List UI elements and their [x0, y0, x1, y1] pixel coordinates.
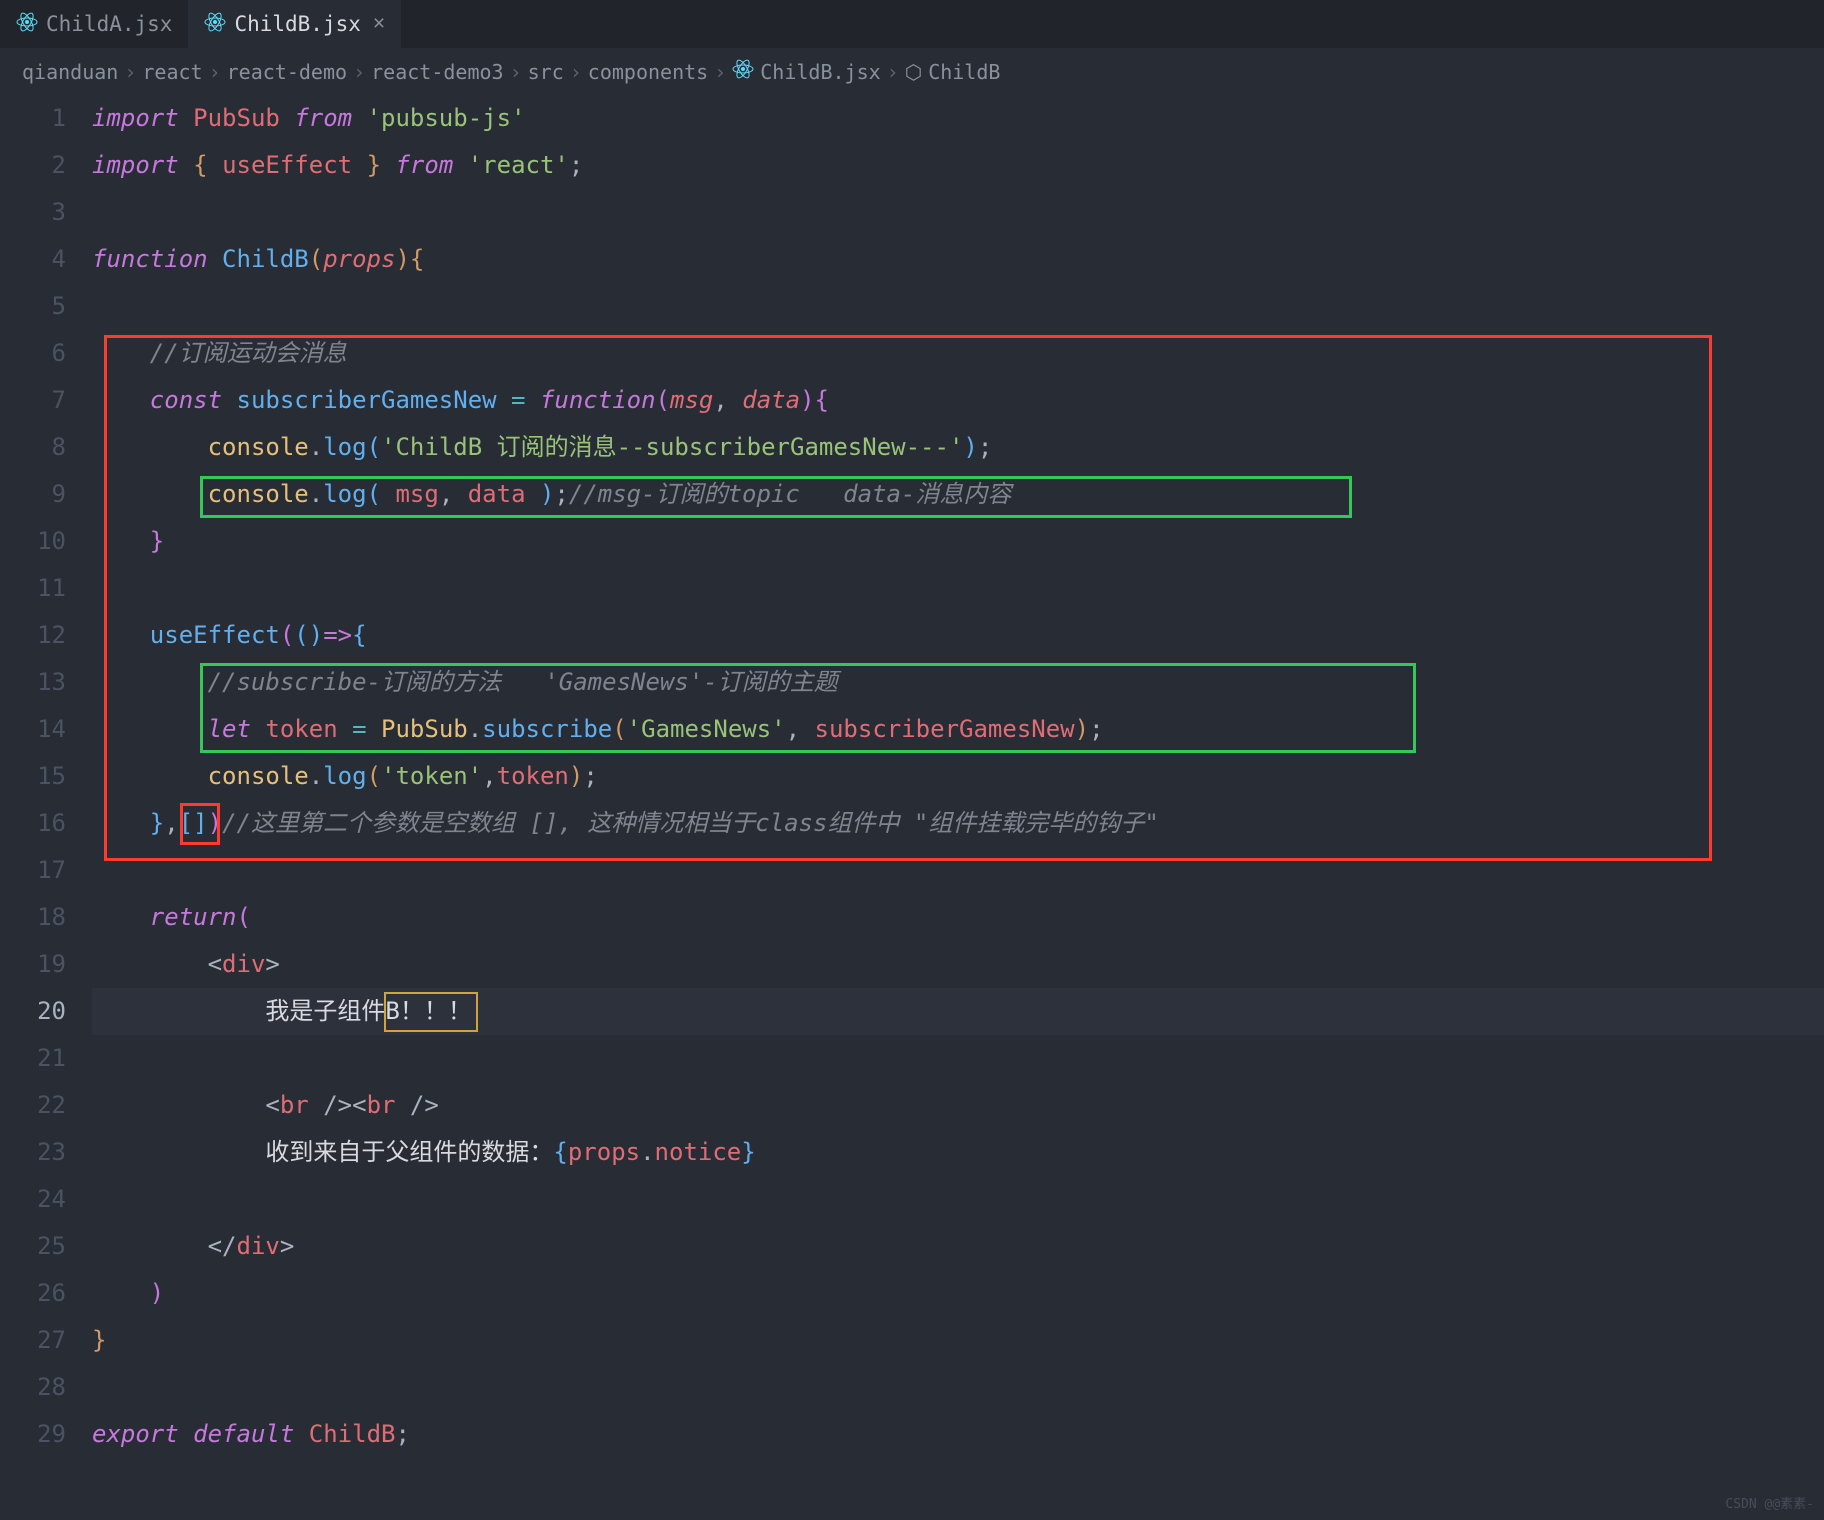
- react-icon: [204, 11, 226, 38]
- line-number: 23: [0, 1129, 66, 1176]
- breadcrumb-sep: ›: [353, 60, 365, 84]
- line-number: 20: [0, 988, 66, 1035]
- code-line: }: [92, 1317, 1824, 1364]
- line-number: 5: [0, 283, 66, 330]
- line-number: 22: [0, 1082, 66, 1129]
- code-line: [92, 189, 1824, 236]
- react-icon: [16, 11, 38, 38]
- annotation-green-2: [200, 663, 1416, 753]
- code-editor[interactable]: 1 2 3 4 5 6 7 8 9 10 11 12 13 14 15 16 1…: [0, 95, 1824, 1458]
- cube-icon: ⬡: [905, 60, 922, 84]
- react-icon: [732, 58, 754, 85]
- code-line: function ChildB(props){: [92, 236, 1824, 283]
- line-number: 27: [0, 1317, 66, 1364]
- annotation-red-brackets: [180, 803, 220, 845]
- code-line: 我是子组件B！！！: [92, 988, 1824, 1035]
- tab-label: ChildB.jsx: [234, 12, 360, 36]
- breadcrumb-item[interactable]: ChildB.jsx: [760, 60, 880, 84]
- line-number: 4: [0, 236, 66, 283]
- breadcrumb-item[interactable]: react: [142, 60, 202, 84]
- line-number: 8: [0, 424, 66, 471]
- breadcrumb-sep: ›: [714, 60, 726, 84]
- code-line: import PubSub from 'pubsub-js': [92, 95, 1824, 142]
- code-line: ): [92, 1270, 1824, 1317]
- line-number: 11: [0, 565, 66, 612]
- breadcrumb-item[interactable]: qianduan: [22, 60, 118, 84]
- breadcrumb-sep: ›: [124, 60, 136, 84]
- line-gutter: 1 2 3 4 5 6 7 8 9 10 11 12 13 14 15 16 1…: [0, 95, 92, 1458]
- line-number: 21: [0, 1035, 66, 1082]
- tab-childb[interactable]: ChildB.jsx ×: [188, 0, 401, 48]
- code-line: export default ChildB;: [92, 1411, 1824, 1458]
- code-area[interactable]: import PubSub from 'pubsub-js' import { …: [92, 95, 1824, 1458]
- breadcrumb-item[interactable]: ChildB: [928, 60, 1000, 84]
- code-line: </div>: [92, 1223, 1824, 1270]
- line-number: 24: [0, 1176, 66, 1223]
- annotation-red-main: [104, 335, 1712, 861]
- line-number: 6: [0, 330, 66, 377]
- code-line: [92, 1176, 1824, 1223]
- line-number: 13: [0, 659, 66, 706]
- line-number: 28: [0, 1364, 66, 1411]
- line-number: 29: [0, 1411, 66, 1458]
- code-line: <br /><br />: [92, 1082, 1824, 1129]
- annotation-green-1: [200, 476, 1352, 518]
- code-line: 收到来自于父组件的数据：{props.notice}: [92, 1129, 1824, 1176]
- line-number: 17: [0, 847, 66, 894]
- tab-label: ChildA.jsx: [46, 12, 172, 36]
- tab-childa[interactable]: ChildA.jsx: [0, 0, 188, 48]
- code-line: import { useEffect } from 'react';: [92, 142, 1824, 189]
- line-number: 26: [0, 1270, 66, 1317]
- code-line: return(: [92, 894, 1824, 941]
- breadcrumb-item[interactable]: react-demo: [227, 60, 347, 84]
- line-number: 19: [0, 941, 66, 988]
- breadcrumb-sep: ›: [570, 60, 582, 84]
- line-number: 10: [0, 518, 66, 565]
- annotation-yellow: [384, 992, 478, 1032]
- breadcrumb-item[interactable]: src: [528, 60, 564, 84]
- breadcrumb-item[interactable]: react-demo3: [371, 60, 503, 84]
- code-line: [92, 1364, 1824, 1411]
- close-icon[interactable]: ×: [373, 12, 385, 36]
- tab-bar: ChildA.jsx ChildB.jsx ×: [0, 0, 1824, 48]
- breadcrumb-sep: ›: [887, 60, 899, 84]
- breadcrumb-item[interactable]: components: [588, 60, 708, 84]
- line-number: 18: [0, 894, 66, 941]
- line-number: 12: [0, 612, 66, 659]
- line-number: 25: [0, 1223, 66, 1270]
- line-number: 1: [0, 95, 66, 142]
- breadcrumb-sep: ›: [209, 60, 221, 84]
- line-number: 16: [0, 800, 66, 847]
- line-number: 7: [0, 377, 66, 424]
- line-number: 3: [0, 189, 66, 236]
- line-number: 15: [0, 753, 66, 800]
- code-line: [92, 1035, 1824, 1082]
- line-number: 2: [0, 142, 66, 189]
- breadcrumb: qianduan› react› react-demo› react-demo3…: [0, 48, 1824, 95]
- breadcrumb-sep: ›: [510, 60, 522, 84]
- line-number: 9: [0, 471, 66, 518]
- watermark: CSDN @@素素-: [1725, 1493, 1814, 1512]
- code-line: [92, 283, 1824, 330]
- line-number: 14: [0, 706, 66, 753]
- code-line: <div>: [92, 941, 1824, 988]
